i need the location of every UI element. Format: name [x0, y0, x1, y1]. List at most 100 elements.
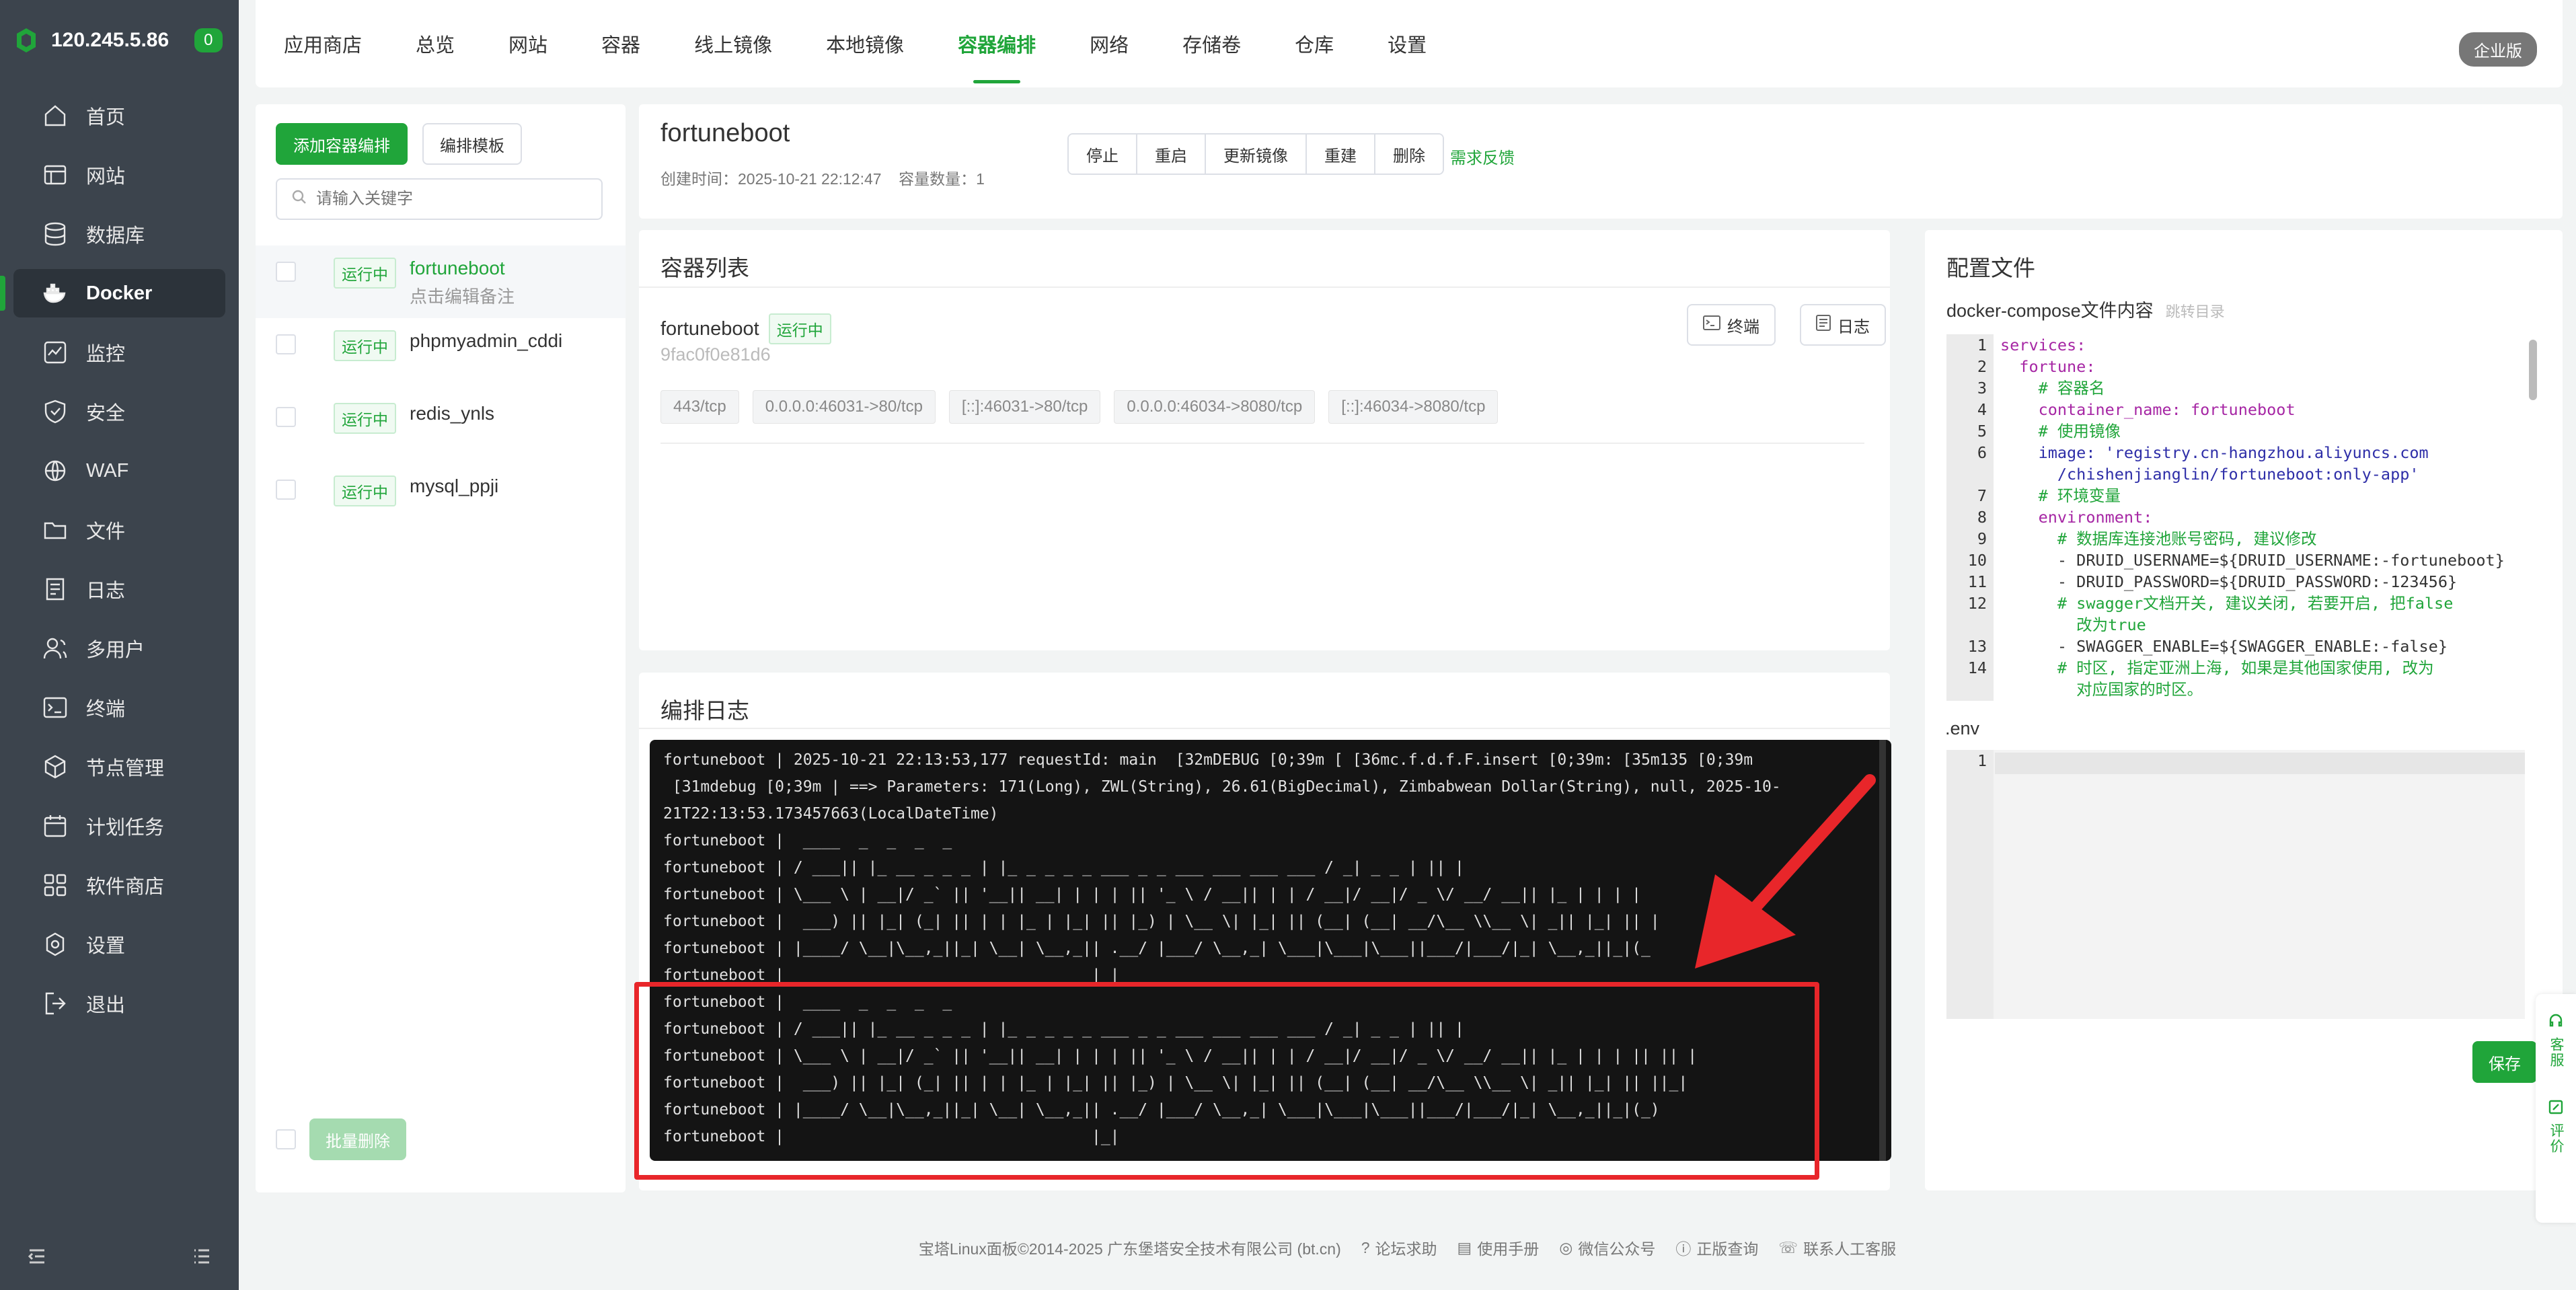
- server-ip[interactable]: 120.245.5.86: [51, 29, 169, 52]
- code-line: # 时区, 指定亚洲上海, 如果是其他国家使用, 改为 对应国家的时区。: [2057, 658, 2434, 699]
- compose-meta: 创建时间：2025-10-21 22:12:47 容量数量：1: [660, 166, 985, 189]
- sidebar-item-9[interactable]: 多用户: [13, 624, 225, 673]
- customer-service-button[interactable]: 客服: [2546, 1013, 2566, 1068]
- tab-8[interactable]: 存储卷: [1182, 0, 1241, 87]
- sidebar-item-12[interactable]: 计划任务: [13, 802, 225, 850]
- floating-service-bar: 客服 评价: [2536, 994, 2576, 1223]
- compose-item[interactable]: 运行中 redis_ynls: [256, 391, 626, 463]
- notification-badge[interactable]: 0: [194, 28, 223, 52]
- sidebar-item-10[interactable]: 终端: [13, 683, 225, 732]
- status-badge: 运行中: [334, 476, 396, 506]
- tab-1[interactable]: 总览: [416, 0, 455, 87]
- sidebar-item-8[interactable]: 日志: [13, 565, 225, 613]
- tab-6[interactable]: 容器编排: [958, 0, 1036, 87]
- search-box: [276, 178, 603, 220]
- footer-link-1[interactable]: ▤ 使用手册: [1457, 1236, 1540, 1259]
- sidebar-item-6[interactable]: WAF: [13, 447, 225, 495]
- footer-link-icon: ?: [1361, 1238, 1370, 1256]
- code-line: # 数据库连接池账号密码, 建议修改: [2000, 529, 2317, 548]
- compose-name[interactable]: phpmyadmin_cddi: [410, 330, 562, 352]
- tab-7[interactable]: 网络: [1090, 0, 1129, 87]
- config-card: 配置文件 docker-compose文件内容 跳转目录 1 2 3 4 5 6 7 8 9 10 1…: [1925, 230, 2563, 1190]
- list-menu-icon[interactable]: [192, 1246, 212, 1270]
- action-button-3[interactable]: 重建: [1307, 135, 1375, 174]
- env-label: .env: [1945, 718, 1980, 738]
- search-input[interactable]: [316, 190, 585, 208]
- compose-name[interactable]: redis_ynls: [410, 403, 494, 424]
- sidebar-item-7[interactable]: 文件: [13, 506, 225, 554]
- sidebar-item-0[interactable]: 首页: [13, 91, 225, 140]
- collapse-left-icon[interactable]: [27, 1246, 47, 1270]
- tab-10[interactable]: 设置: [1388, 0, 1427, 87]
- footer: 宝塔Linux面板©2014-2025 广东堡塔安全技术有限公司 (bt.cn)…: [239, 1236, 2576, 1259]
- line-number: 1: [1977, 336, 1987, 354]
- compose-editor[interactable]: 1 2 3 4 5 6 7 8 9 10 11 12 13 14 services: fortune: #…: [1946, 334, 2542, 701]
- sidebar-item-11[interactable]: 节点管理: [13, 743, 225, 791]
- tab-4[interactable]: 线上镜像: [694, 0, 772, 87]
- add-compose-button[interactable]: 添加容器编排: [276, 123, 408, 165]
- compose-checkbox[interactable]: [276, 407, 296, 427]
- footer-link-icon: ⓘ: [1675, 1240, 1692, 1258]
- tab-9[interactable]: 仓库: [1295, 0, 1334, 87]
- enterprise-badge[interactable]: 企业版: [2459, 32, 2537, 67]
- compose-template-button[interactable]: 编排模板: [422, 123, 522, 165]
- compose-file-label: docker-compose文件内容 跳转目录: [1946, 296, 2225, 322]
- sidebar-item-1[interactable]: 网站: [13, 151, 225, 199]
- compose-item[interactable]: 运行中 fortuneboot 点击编辑备注: [256, 245, 626, 318]
- tab-3[interactable]: 容器: [601, 0, 640, 87]
- sidebar-item-13[interactable]: 软件商店: [13, 861, 225, 909]
- jump-dir-link[interactable]: 跳转目录: [2166, 303, 2225, 320]
- sidebar-item-2[interactable]: 数据库: [13, 210, 225, 258]
- calendar-icon: [44, 815, 67, 837]
- compose-checkbox[interactable]: [276, 480, 296, 500]
- sidebar-item-4[interactable]: 监控: [13, 328, 225, 377]
- sidebar-item-label: 首页: [86, 107, 126, 128]
- review-button[interactable]: 评价: [2546, 1099, 2566, 1154]
- footer-link-label: 微信公众号: [1578, 1240, 1656, 1258]
- top-tabs: 应用商店 总览 网站 容器 线上镜像 本地镜像 容器编排 网络 存储卷 仓库 设置 企业版: [256, 0, 2563, 87]
- log-button[interactable]: 日志: [1800, 304, 1886, 346]
- footer-link-4[interactable]: ☏ 联系人工客服: [1778, 1236, 1896, 1259]
- env-editor[interactable]: 1: [1946, 750, 2525, 1019]
- compose-checkbox[interactable]: [276, 334, 296, 354]
- log-icon: [1816, 314, 1831, 336]
- save-button[interactable]: 保存: [2472, 1041, 2537, 1083]
- footer-link-label: 正版查询: [1696, 1240, 1759, 1258]
- footer-link-3[interactable]: ⓘ 正版查询: [1675, 1236, 1758, 1259]
- sidebar-item-label: 安全: [86, 403, 126, 424]
- terminal-icon: [43, 697, 67, 718]
- sidebar-item-14[interactable]: 设置: [13, 920, 225, 969]
- sidebar-item-label: 数据库: [86, 225, 145, 247]
- editor-scrollbar[interactable]: [2529, 340, 2537, 400]
- tab-5[interactable]: 本地镜像: [826, 0, 904, 87]
- server-header: 120.245.5.86 0: [0, 0, 239, 81]
- footer-link-0[interactable]: ? 论坛求助: [1361, 1236, 1437, 1259]
- compose-item[interactable]: 运行中 phpmyadmin_cddi: [256, 318, 626, 391]
- sidebar-item-15[interactable]: 退出: [13, 979, 225, 1028]
- red-arrow-icon: [1695, 774, 1876, 969]
- select-all-checkbox[interactable]: [276, 1129, 296, 1149]
- action-button-1[interactable]: 重启: [1137, 135, 1206, 174]
- port-tag: [::]:46034->8080/tcp: [1328, 390, 1499, 424]
- compose-note[interactable]: 点击编辑备注: [410, 283, 515, 308]
- feedback-link[interactable]: 需求反馈: [1450, 145, 1515, 168]
- log-line: fortuneboot | 2025-10-21 22:13:53,177 re…: [663, 751, 1753, 769]
- sidebar-item-label: 设置: [86, 936, 126, 957]
- action-button-0[interactable]: 停止: [1069, 135, 1137, 174]
- action-button-2[interactable]: 更新镜像: [1206, 135, 1307, 174]
- action-button-4[interactable]: 删除: [1375, 135, 1443, 174]
- bulk-delete-button[interactable]: 批量删除: [309, 1118, 406, 1160]
- compose-checkbox[interactable]: [276, 262, 296, 282]
- config-title: 配置文件: [1946, 256, 2035, 280]
- sidebar-item-5[interactable]: 安全: [13, 387, 225, 436]
- terminal-button[interactable]: 终端: [1687, 304, 1776, 346]
- line-number: 9: [1977, 529, 1987, 548]
- compose-name[interactable]: mysql_ppji: [410, 476, 498, 497]
- tab-2[interactable]: 网站: [508, 0, 547, 87]
- footer-link-2[interactable]: ◎ 微信公众号: [1559, 1236, 1655, 1259]
- sidebar-item-3[interactable]: Docker: [0, 269, 225, 317]
- tab-0[interactable]: 应用商店: [284, 0, 362, 87]
- waf-icon: [44, 460, 66, 482]
- compose-name[interactable]: fortuneboot: [410, 258, 515, 279]
- compose-item[interactable]: 运行中 mysql_ppji: [256, 463, 626, 536]
